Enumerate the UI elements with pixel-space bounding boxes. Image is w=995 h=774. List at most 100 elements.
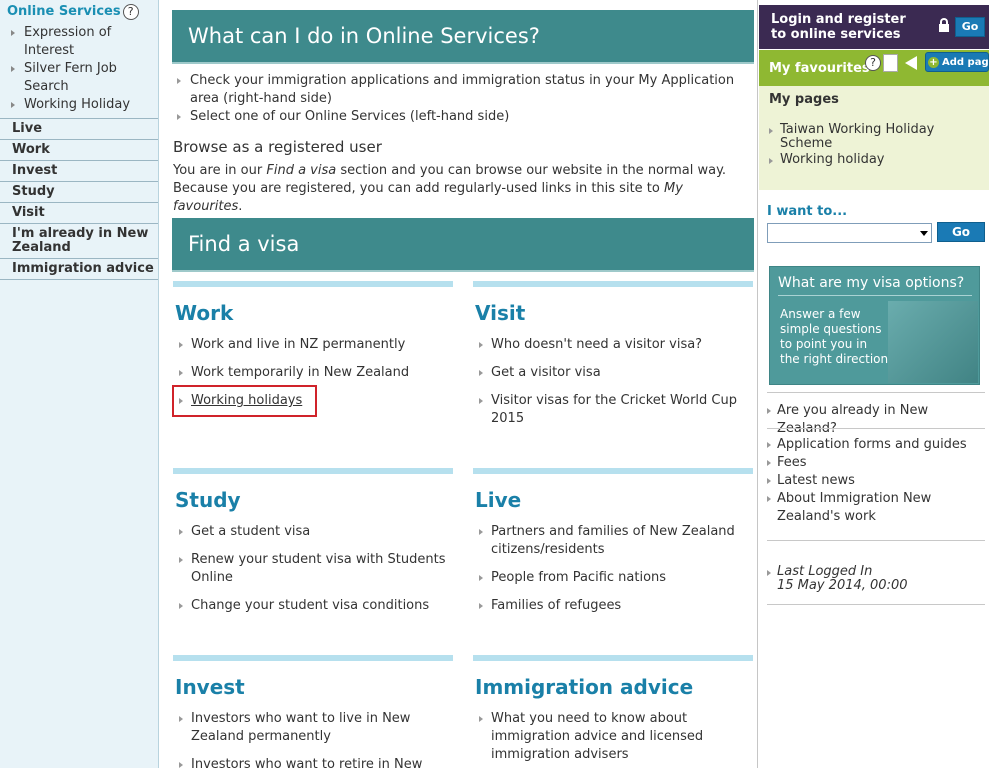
section-rule (473, 468, 753, 474)
favourites-bar: My favourites ? +Add page (759, 50, 989, 86)
login-register-link[interactable]: Login and register to online services (771, 12, 921, 42)
sidebar-item-silver-fern[interactable]: Silver Fern Job Search (11, 60, 158, 96)
login-go-button[interactable]: Go (955, 17, 985, 37)
link-get-student-visa[interactable]: Get a student visa (173, 523, 461, 541)
link-cricket-world-cup[interactable]: Visitor visas for the Cricket World Cup … (473, 392, 741, 428)
bullet-arrow-icon (177, 114, 181, 120)
page-icon[interactable] (883, 54, 898, 72)
find-a-visa-banner: Find a visa (172, 218, 754, 272)
link-no-visitor-visa[interactable]: Who doesn't need a visitor visa? (473, 336, 761, 354)
bullet-arrow-icon (179, 370, 183, 376)
browse-heading: Browse as a registered user (173, 138, 382, 156)
last-logged-in: Last Logged In 15 May 2014, 00:00 (767, 540, 985, 605)
plus-icon: + (928, 57, 939, 68)
bullet-arrow-icon (479, 529, 483, 535)
promo-rule (778, 295, 972, 296)
link-latest-news[interactable]: Latest news (767, 472, 985, 490)
sidebar-category-work[interactable]: Work (0, 139, 158, 160)
section-rule (173, 468, 453, 474)
bullet-arrow-icon (479, 370, 483, 376)
bullet-arrow-icon (479, 575, 483, 581)
bullet-arrow-icon (179, 557, 183, 563)
sidebar-category-invest[interactable]: Invest (0, 160, 158, 181)
bullet-arrow-icon (479, 398, 483, 404)
link-get-visitor-visa[interactable]: Get a visitor visa (473, 364, 761, 382)
bullet-arrow-icon (769, 128, 773, 134)
sidebar-item-working-holiday[interactable]: Working Holiday (11, 96, 158, 114)
my-page-item[interactable]: Taiwan Working Holiday Scheme (769, 123, 979, 151)
link-investors-live[interactable]: Investors who want to live in New Zealan… (173, 710, 431, 746)
bullet-arrow-icon (479, 716, 483, 722)
left-sidebar: Online Services? Expression of Interest … (0, 0, 159, 768)
link-renew-student-visa[interactable]: Renew your student visa with Students On… (173, 551, 453, 587)
link-work-live-permanently[interactable]: Work and live in NZ permanently (173, 336, 461, 354)
bullet-arrow-icon (767, 442, 771, 448)
link-fees[interactable]: Fees (767, 454, 985, 472)
lock-icon (939, 18, 949, 32)
section-title-visit[interactable]: Visit (475, 301, 525, 325)
bullet-arrow-icon (179, 716, 183, 722)
link-investors-retire[interactable]: Investors who want to retire in New (173, 756, 441, 774)
bullet-arrow-icon (767, 460, 771, 466)
promo-image (888, 301, 978, 383)
my-page-item[interactable]: Working holiday (769, 153, 979, 167)
section-title-immigration-advice[interactable]: Immigration advice (475, 675, 693, 699)
sidebar-category-visit[interactable]: Visit (0, 202, 158, 223)
i-want-to-go-button[interactable]: Go (937, 222, 985, 242)
bullet-arrow-icon (177, 78, 181, 84)
link-about-inz[interactable]: About Immigration New Zealand's work (767, 490, 957, 526)
bullet-arrow-icon (479, 342, 483, 348)
section-title-invest[interactable]: Invest (175, 675, 245, 699)
my-pages-panel: My pages Taiwan Working Holiday Scheme W… (759, 86, 989, 190)
bullet-arrow-icon (179, 603, 183, 609)
section-invest: Invest Investors who want to live in New… (173, 655, 453, 772)
visa-options-promo[interactable]: What are my visa options? Answer a few s… (769, 266, 980, 385)
link-pacific-nations[interactable]: People from Pacific nations (473, 569, 761, 587)
section-title-study[interactable]: Study (175, 488, 241, 512)
sidebar-item-expression-of-interest[interactable]: Expression of Interest (11, 24, 158, 60)
link-work-temporarily[interactable]: Work temporarily in New Zealand (173, 364, 461, 382)
promo-body: Answer a few simple questions to point y… (780, 307, 889, 366)
section-title-live[interactable]: Live (475, 488, 521, 512)
section-study: Study Get a student visa Renew your stud… (173, 468, 453, 638)
bullet-arrow-icon (769, 158, 773, 164)
sidebar-category-immigration-advice[interactable]: Immigration advice (0, 258, 158, 280)
bullet-arrow-icon (479, 603, 483, 609)
section-rule (173, 281, 453, 287)
online-services-header: Online Services? (0, 0, 158, 24)
section-immigration-advice: Immigration advice What you need to know… (473, 655, 753, 768)
login-panel: Login and register to online services Go (759, 5, 989, 49)
dropdown-arrow-icon (920, 231, 928, 236)
bullet-arrow-icon (179, 529, 183, 535)
bullet-arrow-icon (179, 762, 183, 768)
my-pages-heading: My pages (769, 92, 839, 107)
right-list-2: Application forms and guides Fees Latest… (767, 428, 985, 526)
browse-text: You are in our Find a visa section and y… (173, 163, 727, 214)
section-title-work[interactable]: Work (175, 301, 233, 325)
bullet-arrow-icon (11, 30, 15, 36)
link-change-student-visa[interactable]: Change your student visa conditions (173, 597, 461, 615)
highlight-box (172, 385, 317, 417)
bullet-arrow-icon (767, 478, 771, 484)
bullet-arrow-icon (11, 102, 15, 108)
i-want-to-label: I want to... (767, 204, 848, 219)
sidebar-category-already-in-nz[interactable]: I'm already in New Zealand (0, 223, 158, 258)
bullet-arrow-icon (767, 496, 771, 502)
section-live: Live Partners and families of New Zealan… (473, 468, 753, 638)
link-partners-families[interactable]: Partners and families of New Zealand cit… (473, 523, 741, 559)
help-icon[interactable]: ? (122, 4, 139, 20)
add-page-button[interactable]: +Add page (925, 52, 989, 72)
bullet-arrow-icon (179, 342, 183, 348)
sidebar-category-study[interactable]: Study (0, 181, 158, 202)
i-want-to-select[interactable] (767, 223, 932, 243)
my-pages-list: Taiwan Working Holiday Scheme Working ho… (769, 123, 979, 169)
arrow-left-icon[interactable] (905, 56, 917, 70)
link-families-refugees[interactable]: Families of refugees (473, 597, 761, 615)
sidebar-category-live[interactable]: Live (0, 118, 158, 139)
section-visit: Visit Who doesn't need a visitor visa? G… (473, 281, 753, 451)
online-services-link[interactable]: Online Services (7, 4, 121, 19)
link-immigration-advice-info[interactable]: What you need to know about immigration … (473, 710, 716, 764)
bullet-arrow-icon (767, 408, 771, 414)
help-icon[interactable]: ? (865, 55, 881, 71)
link-application-forms[interactable]: Application forms and guides (767, 436, 985, 454)
